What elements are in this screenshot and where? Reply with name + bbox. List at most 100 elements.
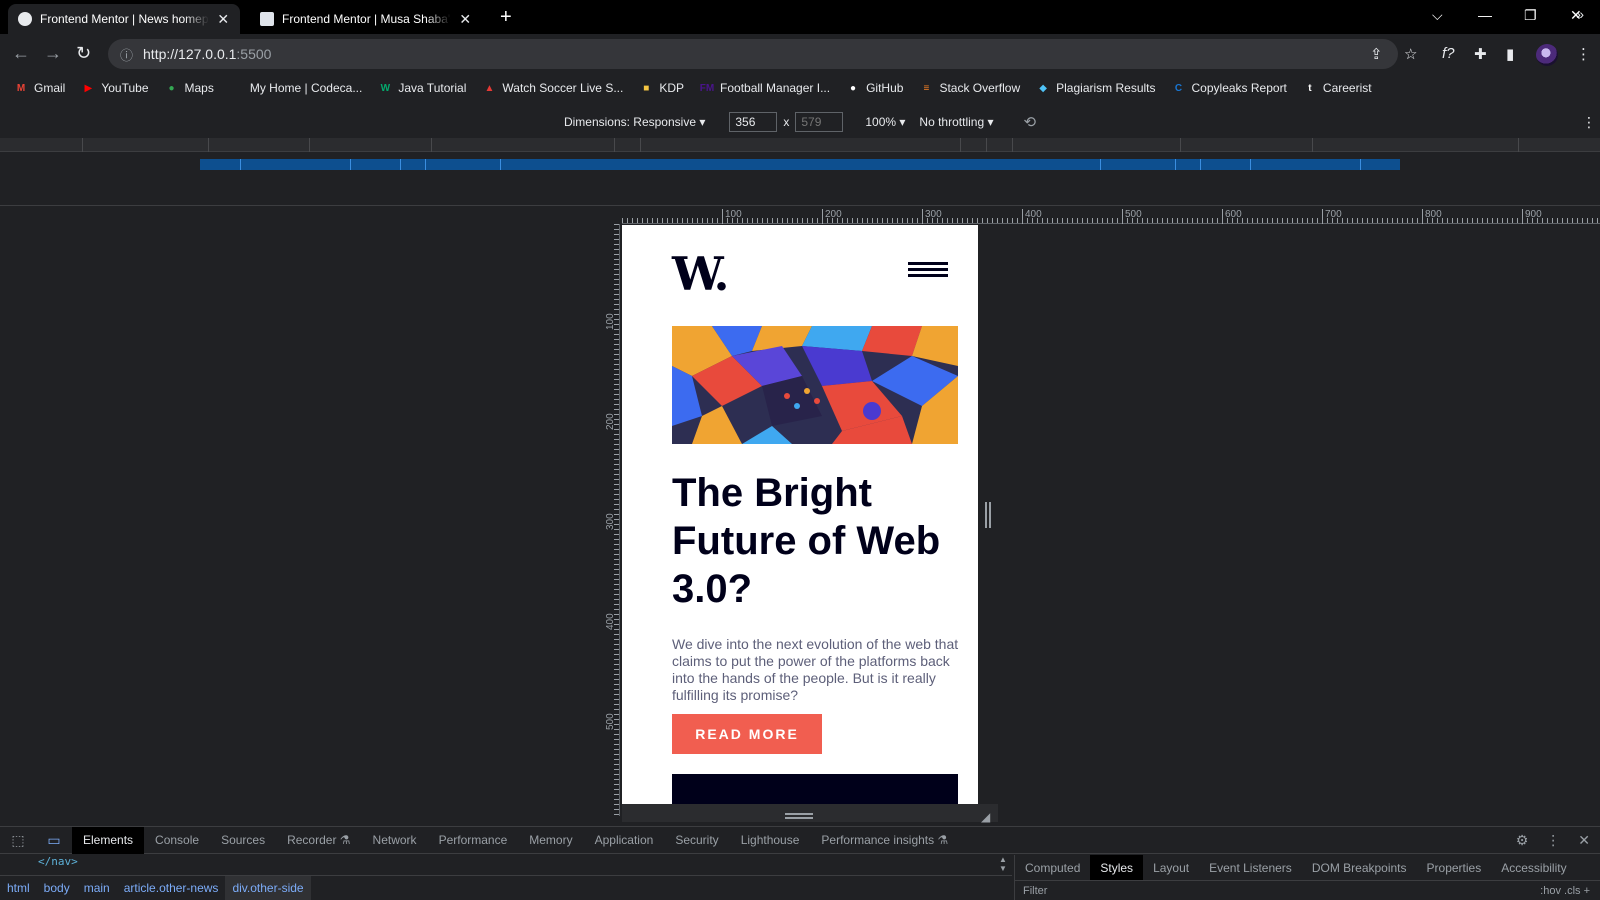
tab-memory[interactable]: Memory <box>518 827 583 854</box>
share-icon[interactable]: ⇪ <box>1370 45 1383 63</box>
reload-icon[interactable]: ↻ <box>76 43 91 64</box>
address-bar[interactable]: ⓘ http://127.0.0.1:5500 <box>108 39 1398 69</box>
restore-button[interactable]: ❐ <box>1524 0 1537 30</box>
bookmark-label: Plagiarism Results <box>1056 81 1156 95</box>
hamburger-menu-icon[interactable] <box>908 262 948 278</box>
chrome-menu-icon[interactable]: ⋮ <box>1576 45 1591 63</box>
device-toggle-icon[interactable]: ▭ <box>36 827 72 854</box>
tab-lighthouse[interactable]: Lighthouse <box>730 827 811 854</box>
gmail-icon: M <box>16 82 26 94</box>
viewport-resize-handle-right[interactable] <box>985 502 991 528</box>
zoom-dropdown[interactable]: 100% ▾ <box>865 115 905 129</box>
ruler-tick: 700 <box>1322 209 1342 224</box>
tab-sources[interactable]: Sources <box>210 827 276 854</box>
bookmark-star-icon[interactable]: ☆ <box>1404 45 1417 63</box>
info-icon[interactable]: ⓘ <box>120 45 133 64</box>
new-tab-button[interactable]: + <box>500 6 512 29</box>
fm-icon: FM <box>699 82 715 94</box>
tab-console[interactable]: Console <box>144 827 210 854</box>
bookmark-item[interactable]: t Careerist <box>1303 81 1371 95</box>
tab-computed[interactable]: Computed <box>1015 855 1090 880</box>
styles-filter-input[interactable]: Filter <box>1023 885 1047 897</box>
bookmark-label: Gmail <box>34 81 66 95</box>
bookmark-item[interactable]: ▲ Watch Soccer Live S... <box>482 81 623 95</box>
breadcrumb-div[interactable]: div.other-side <box>225 876 311 900</box>
media-query-bar-min-max[interactable] <box>200 159 1400 170</box>
bookmark-label: KDP <box>659 81 685 95</box>
maps-icon: ● <box>168 82 175 94</box>
breadcrumb-body[interactable]: body <box>37 881 77 895</box>
emulated-viewport[interactable]: W. The Bright Future of Web 3.0? We dive… <box>622 225 978 804</box>
side-panel-icon[interactable]: ▮ <box>1506 45 1514 63</box>
profile-avatar[interactable] <box>1536 44 1558 66</box>
bookmark-item[interactable]: My Home | Codeca... <box>230 81 363 95</box>
read-more-button[interactable]: READ MORE <box>672 714 822 754</box>
breadcrumb-article[interactable]: article.other-news <box>117 881 226 895</box>
bookmark-label: Copyleaks Report <box>1191 81 1287 95</box>
dimensions-dropdown[interactable]: Dimensions: Responsive ▾ <box>564 115 705 129</box>
settings-gear-icon[interactable]: ⚙ <box>1516 832 1529 849</box>
forward-arrow-icon[interactable]: → <box>44 43 62 64</box>
close-devtools-icon[interactable]: ✕ <box>1578 832 1590 849</box>
device-toolbar-more-icon[interactable]: ⋮ <box>1582 114 1596 131</box>
breadcrumb-html[interactable]: html <box>0 881 37 895</box>
close-icon[interactable]: ✕ <box>217 11 230 28</box>
tab-performance[interactable]: Performance <box>428 827 519 854</box>
devtools-more-icon[interactable]: ⋮ <box>1546 832 1560 849</box>
viewport-height-input[interactable] <box>795 112 844 132</box>
bookmark-item[interactable]: ● GitHub <box>846 81 903 95</box>
bookmark-label: GitHub <box>866 81 904 95</box>
ruler-tick: 100 <box>722 209 742 224</box>
tab-search-button[interactable]: ⌵ <box>1432 0 1443 30</box>
rotate-icon[interactable]: ⟲ <box>1023 113 1036 131</box>
tab-dom-breakpoints[interactable]: DOM Breakpoints <box>1302 855 1417 880</box>
tab-application[interactable]: Application <box>584 827 665 854</box>
tab-layout[interactable]: Layout <box>1143 855 1199 880</box>
viewport-resize-handle-bottom[interactable] <box>785 813 813 819</box>
tab-accessibility[interactable]: Accessibility <box>1491 855 1576 880</box>
filter-tools[interactable]: :hov .cls + <box>1540 885 1590 897</box>
tab-recorder[interactable]: Recorder ⚗ <box>276 827 361 854</box>
bookmark-item[interactable]: C Copyleaks Report <box>1172 81 1287 95</box>
bookmark-item[interactable]: ■ KDP <box>639 81 684 95</box>
bookmark-item[interactable]: W Java Tutorial <box>378 81 467 95</box>
inspect-element-icon[interactable]: ⬚ <box>0 827 36 854</box>
dom-node-line[interactable]: </nav> <box>38 855 78 868</box>
ruler-tick: 200 <box>605 413 616 430</box>
formula-extension-icon[interactable]: f? <box>1442 45 1455 62</box>
navigation-bar: ← → ↻ ⓘ http://127.0.0.1:5500 ⇪ ☆ f? ✚ ▮… <box>0 34 1600 74</box>
viewport-width-input[interactable] <box>729 112 778 132</box>
scrollbar[interactable]: ▲ ▼ <box>996 855 1010 877</box>
bookmark-label: Stack Overflow <box>939 81 1021 95</box>
tab-styles[interactable]: Styles <box>1090 855 1144 880</box>
extensions-puzzle-icon[interactable]: ✚ <box>1474 45 1487 63</box>
bookmark-item[interactable]: ● Maps <box>165 81 213 95</box>
breadcrumb-main[interactable]: main <box>77 881 117 895</box>
throttling-dropdown[interactable]: No throttling ▾ <box>919 115 993 129</box>
bookmark-item[interactable]: ▶ YouTube <box>81 81 148 95</box>
ruler-tick: 200 <box>822 209 842 224</box>
browser-tab[interactable]: Frontend Mentor | Musa Shaba's ✕ <box>250 4 482 34</box>
tab-security[interactable]: Security <box>664 827 729 854</box>
bookmark-item[interactable]: ◆ Plagiarism Results <box>1036 81 1155 95</box>
plagiarism-icon: ◆ <box>1039 82 1047 94</box>
tab-properties[interactable]: Properties <box>1417 855 1492 880</box>
resize-corner-icon[interactable]: ◢ <box>981 810 990 824</box>
browser-tab-active[interactable]: Frontend Mentor | News homepage ✕ <box>8 4 240 34</box>
ruler-tick: 100 <box>605 313 616 330</box>
tab-event-listeners[interactable]: Event Listeners <box>1199 855 1302 880</box>
bookmark-item[interactable]: ≡ Stack Overflow <box>919 81 1021 95</box>
media-query-bar-max[interactable] <box>0 138 1600 152</box>
site-logo[interactable]: W. <box>672 247 729 301</box>
bookmarks-bar: M Gmail ▶ YouTube ● Maps My Home | Codeca... W J… <box>0 74 1600 102</box>
bookmark-item[interactable]: M Gmail <box>14 81 66 95</box>
bookmark-item[interactable]: FM Football Manager I... <box>700 81 830 95</box>
tab-network[interactable]: Network <box>362 827 428 854</box>
back-arrow-icon[interactable]: ← <box>12 43 30 64</box>
bookmarks-overflow-button[interactable]: » <box>1576 6 1584 22</box>
minimize-button[interactable]: — <box>1478 0 1492 30</box>
tab-elements[interactable]: Elements <box>72 826 145 854</box>
tab-performance-insights[interactable]: Performance insights ⚗ <box>810 827 959 854</box>
close-icon[interactable]: ✕ <box>459 11 472 28</box>
toolbar-divider <box>0 205 1600 206</box>
